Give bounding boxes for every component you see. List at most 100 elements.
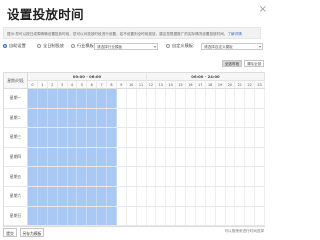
time-slot-cell[interactable] xyxy=(156,128,167,147)
time-slot-cell[interactable] xyxy=(127,108,137,128)
time-slot-cell[interactable] xyxy=(97,186,107,206)
time-slot-cell[interactable] xyxy=(245,206,256,226)
industry-template-select[interactable]: 请选择行业模板 ▾ xyxy=(94,43,158,50)
day-label[interactable]: 星期二 xyxy=(4,108,28,128)
time-slot-cell[interactable] xyxy=(137,167,147,186)
select-all-button[interactable]: 全选时段 xyxy=(222,60,242,67)
day-label[interactable]: 星期一 xyxy=(4,89,28,108)
time-slot-cell[interactable] xyxy=(67,108,78,128)
time-slot-cell[interactable] xyxy=(156,108,167,128)
radio-icon[interactable] xyxy=(3,44,7,48)
time-slot-cell[interactable] xyxy=(117,206,127,226)
time-slot-cell[interactable] xyxy=(226,147,236,167)
time-slot-cell[interactable] xyxy=(245,128,256,147)
time-slot-cell[interactable] xyxy=(156,89,167,108)
hour-label[interactable]: 1 xyxy=(38,81,48,88)
time-slot-cell[interactable] xyxy=(176,206,186,226)
time-slot-cell[interactable] xyxy=(235,128,246,147)
time-slot-cell[interactable] xyxy=(166,128,177,147)
time-slot-cell[interactable] xyxy=(176,147,186,167)
time-slot-cell[interactable] xyxy=(176,128,186,147)
time-slot-cell[interactable] xyxy=(235,167,246,186)
hour-label[interactable]: 6 xyxy=(87,81,98,88)
mode-option-industry[interactable]: 行业模板: xyxy=(71,43,95,49)
time-slot-cell[interactable] xyxy=(67,167,78,186)
hour-label[interactable]: 21 xyxy=(235,81,246,88)
time-slot-cell[interactable] xyxy=(216,186,226,206)
time-slot-cell[interactable] xyxy=(28,206,38,226)
time-slot-cell[interactable] xyxy=(107,206,117,226)
time-slot-cell[interactable] xyxy=(67,186,78,206)
time-slot-cell[interactable] xyxy=(87,186,98,206)
time-slot-cell[interactable] xyxy=(255,186,265,206)
time-slot-cell[interactable] xyxy=(67,147,78,167)
time-slot-cell[interactable] xyxy=(117,147,127,167)
time-slot-cell[interactable] xyxy=(37,206,48,226)
hour-label[interactable]: 4 xyxy=(68,81,78,88)
time-slot-cell[interactable] xyxy=(235,108,246,128)
time-slot-cell[interactable] xyxy=(156,186,167,206)
time-slot-cell[interactable] xyxy=(235,206,246,226)
time-slot-cell[interactable] xyxy=(235,147,246,167)
time-slot-cell[interactable] xyxy=(226,128,236,147)
time-slot-cell[interactable] xyxy=(57,206,68,226)
hour-label[interactable]: 22 xyxy=(245,81,256,88)
hour-label[interactable]: 15 xyxy=(176,81,186,88)
mode-option-custom[interactable]: 自助设置 xyxy=(3,43,26,49)
time-slot-cell[interactable] xyxy=(255,147,265,167)
time-slot-cell[interactable] xyxy=(57,147,68,167)
time-slot-cell[interactable] xyxy=(226,89,236,108)
time-slot-cell[interactable] xyxy=(255,128,265,147)
time-slot-cell[interactable] xyxy=(196,147,206,167)
radio-icon[interactable] xyxy=(71,44,75,48)
time-slot-cell[interactable] xyxy=(67,128,78,147)
time-slot-cell[interactable] xyxy=(107,128,117,147)
time-slot-cell[interactable] xyxy=(87,128,98,147)
time-slot-cell[interactable] xyxy=(216,89,226,108)
time-slot-cell[interactable] xyxy=(47,167,58,186)
time-slot-cell[interactable] xyxy=(77,89,88,108)
time-slot-cell[interactable] xyxy=(137,128,147,147)
custom-template-select[interactable]: 请选择自定义模板 ▾ xyxy=(201,43,263,50)
hour-label[interactable]: 23 xyxy=(255,81,265,88)
time-slot-cell[interactable] xyxy=(97,128,107,147)
time-slot-cell[interactable] xyxy=(137,206,147,226)
save-template-button[interactable]: 另存为模板 xyxy=(20,228,44,237)
time-slot-cell[interactable] xyxy=(137,108,147,128)
time-slot-cell[interactable] xyxy=(137,186,147,206)
time-slot-cell[interactable] xyxy=(245,108,256,128)
time-slot-cell[interactable] xyxy=(97,108,107,128)
time-slot-cell[interactable] xyxy=(196,206,206,226)
time-slot-cell[interactable] xyxy=(77,206,88,226)
time-slot-cell[interactable] xyxy=(245,147,256,167)
hour-label[interactable]: 13 xyxy=(156,81,167,88)
day-label[interactable]: 星期五 xyxy=(4,167,28,186)
time-slot-cell[interactable] xyxy=(147,128,157,147)
time-slot-cell[interactable] xyxy=(37,147,48,167)
time-slot-cell[interactable] xyxy=(147,206,157,226)
time-slot-cell[interactable] xyxy=(47,206,58,226)
time-slot-cell[interactable] xyxy=(206,186,216,206)
time-slot-cell[interactable] xyxy=(186,206,196,226)
mode-option-fullday[interactable]: 全日制投放 xyxy=(37,43,64,49)
hour-label[interactable]: 3 xyxy=(58,81,68,88)
time-slot-cell[interactable] xyxy=(77,108,88,128)
time-slot-cell[interactable] xyxy=(127,206,137,226)
time-slot-cell[interactable] xyxy=(206,167,216,186)
time-slot-cell[interactable] xyxy=(37,128,48,147)
time-slot-cell[interactable] xyxy=(87,206,98,226)
time-slot-cell[interactable] xyxy=(147,186,157,206)
time-slot-cell[interactable] xyxy=(97,89,107,108)
time-slot-cell[interactable] xyxy=(107,167,117,186)
day-label[interactable]: 星期四 xyxy=(4,147,28,167)
time-slot-cell[interactable] xyxy=(47,108,58,128)
time-slot-cell[interactable] xyxy=(127,128,137,147)
time-slot-cell[interactable] xyxy=(107,89,117,108)
time-slot-cell[interactable] xyxy=(107,147,117,167)
mode-option-custom-template[interactable]: 自定义模板: xyxy=(166,43,194,49)
time-slot-cell[interactable] xyxy=(28,89,38,108)
time-slot-cell[interactable] xyxy=(226,186,236,206)
time-slot-cell[interactable] xyxy=(87,147,98,167)
time-slot-cell[interactable] xyxy=(186,147,196,167)
time-slot-cell[interactable] xyxy=(37,186,48,206)
